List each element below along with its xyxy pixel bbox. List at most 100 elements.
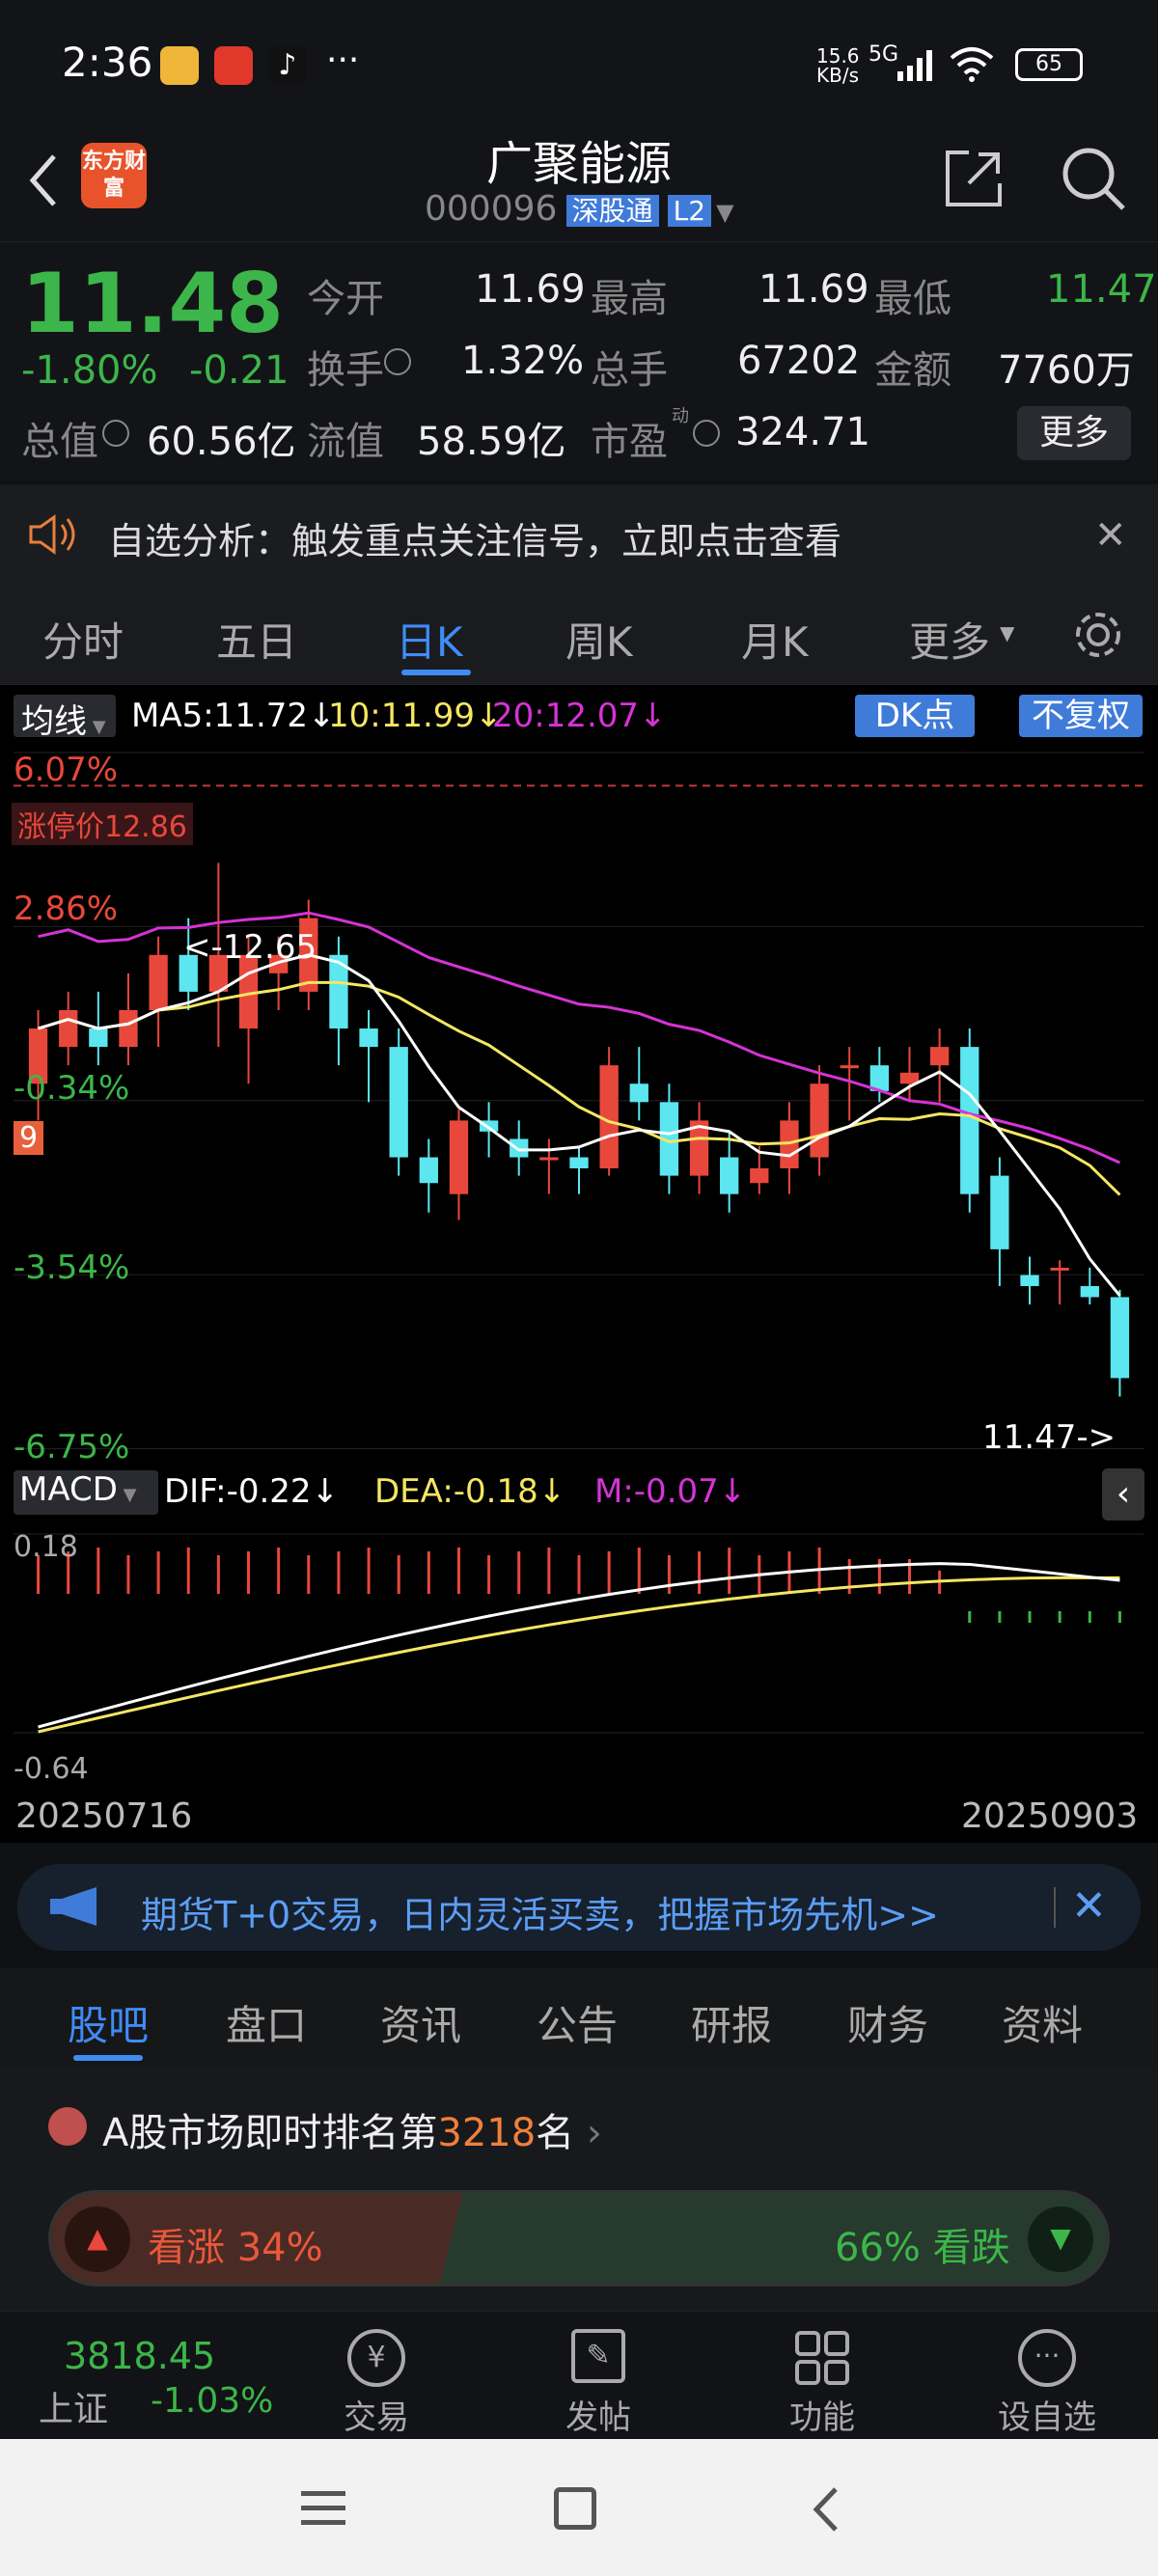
limit-up-label: 涨停价12.86 [12,803,193,845]
turnover-value: 1.32% [461,339,585,383]
tab-five-day[interactable]: 五日 [216,610,297,669]
candle-body [510,1138,529,1158]
candle-body [960,1047,979,1194]
axis-label-4: -3.54% [14,1248,130,1287]
ma-selector-label: 均线 [21,702,87,741]
tab-guba[interactable]: 股吧 [68,1993,149,2052]
ad-banner[interactable]: 期货T+0交易，日内灵活买卖，把握市场先机>> ✕ [17,1864,1141,1951]
high-value: 11.69 [758,267,869,312]
stock-header: 东方财富 广聚能源 000096 深股通 L2 ▼ [0,125,1158,241]
more-dots-icon: ··· [1018,2329,1076,2387]
bearish-button[interactable]: ▼ [1028,2206,1093,2272]
net-speed: 15.6 KB/s [816,44,860,87]
collapse-button[interactable]: ‹ [1102,1468,1144,1521]
macd-top-label: 0.18 [14,1530,78,1564]
min-price-marker: 11.47-> [982,1418,1117,1457]
float-value: 58.59亿 [417,420,566,464]
macd-selector[interactable]: MACD ▼ [14,1470,158,1515]
candle-body [119,1009,138,1048]
ranking-icon [48,2107,87,2146]
tab-weekly-k[interactable]: 周K [565,610,633,669]
index-widget[interactable]: 3818.45 上证 -1.03% [0,2312,290,2437]
features-button[interactable]: 功能 [764,2321,880,2437]
section-tabs: 股吧 盘口 资讯 公告 研报 财务 资料 [0,1968,1158,2067]
ranking-panel: A股市场即时排名第3218名 › ▲ 看涨 34% 66% 看跌 ▼ [0,2067,1158,2311]
mcap-value: 60.56亿 [147,420,296,464]
ranking-row[interactable]: A股市场即时排名第3218名 › [102,2101,602,2157]
tab-daily-k[interactable]: 日K [396,610,463,669]
candle-body [810,1083,829,1158]
max-price-marker: <-12.65 [183,928,317,967]
open-label: 今开 [307,277,384,321]
grid-icon [795,2331,849,2385]
info-icon[interactable] [102,420,129,447]
tab-intraday[interactable]: 分时 [42,610,124,669]
dk-point-button[interactable]: DK点 [855,695,975,737]
dif-value: DIF:-0.22↓ [164,1472,340,1511]
info-icon[interactable] [693,420,720,447]
candle-body [569,1157,589,1168]
dea-value: DEA:-0.18↓ [374,1472,566,1511]
kline-chart-area[interactable]: 均线 ▼ MA5:11.72↓ 10:11.99↓ 20:12.07↓ DK点 … [0,685,1158,1843]
features-label: 功能 [789,2398,855,2437]
tab-profile[interactable]: 资料 [1002,1993,1083,2052]
trade-button[interactable]: ¥ 交易 [318,2321,434,2437]
end-date: 20250903 [961,1796,1139,1836]
system-nav-bar [0,2439,1158,2576]
candle-body [59,1009,78,1048]
change-value: -0.21 [189,348,290,393]
pe-label: 市盈 [591,420,668,464]
add-watchlist-label: 设自选 [998,2398,1096,2437]
info-icon[interactable] [384,348,411,375]
stock-code: 000096 [425,189,558,229]
speaker-icon [27,513,79,556]
candle-body [149,954,168,1010]
share-icon[interactable] [940,145,1007,212]
pe-sup: 动 [672,406,689,426]
tab-news[interactable]: 资讯 [380,1993,461,2052]
candle-body [1110,1297,1130,1379]
app-notification-icon [160,46,199,85]
candle-body [89,1028,108,1048]
bottom-toolbar: 3818.45 上证 -1.03% ¥ 交易 ✎ 发帖 功能 ··· 设自选 [0,2311,1158,2439]
macd-bottom-label: -0.64 [14,1752,89,1786]
sentiment-bar: ▲ 看涨 34% 66% 看跌 ▼ [48,2190,1110,2287]
candle-body [419,1157,438,1184]
stock-code-row[interactable]: 000096 深股通 L2 ▼ [425,189,734,232]
bullish-button[interactable]: ▲ [65,2206,130,2272]
tab-monthly-k[interactable]: 月K [741,610,809,669]
tab-financials[interactable]: 财务 [847,1993,928,2052]
search-icon[interactable] [1058,143,1129,214]
ma-selector[interactable]: 均线 ▼ [14,695,116,741]
close-icon[interactable]: ✕ [1094,513,1127,558]
adjust-button[interactable]: 不复权 [1019,695,1143,737]
index-name: 上证 [39,2390,109,2429]
gear-icon[interactable] [1071,608,1125,662]
back-nav-icon[interactable] [807,2485,845,2534]
tiktok-icon: ♪ [268,46,307,85]
megaphone-icon [46,1885,106,1928]
open-value: 11.69 [475,267,586,312]
yuan-icon: ¥ [347,2329,405,2387]
axis-label-top: 6.07% [14,751,119,789]
candle-body [1080,1286,1099,1298]
tab-announcements[interactable]: 公告 [537,1993,618,2052]
tab-research[interactable]: 研报 [691,1993,772,2052]
post-button[interactable]: ✎ 发帖 [540,2321,656,2437]
signal-icon [897,48,940,81]
close-icon[interactable]: ✕ [1071,1881,1107,1931]
status-bar: 2:36 ♪ ··· 15.6 KB/s 5G 65 [0,0,1158,125]
status-time: 2:36 [62,39,153,86]
more-notifications-icon: ··· [326,41,360,80]
menu-icon[interactable] [301,2489,345,2528]
amount-label: 金额 [874,348,951,393]
alert-banner[interactable]: 自选分析：触发重点关注信号，立即点击查看 ✕ [0,484,1158,581]
macd-chart[interactable] [0,1524,1158,1814]
tab-more[interactable]: 更多 [909,610,990,669]
candle-body [1020,1274,1039,1287]
more-button[interactable]: 更多 [1017,406,1131,460]
home-icon[interactable] [554,2487,596,2530]
tab-orderbook[interactable]: 盘口 [226,1993,307,2052]
add-watchlist-button[interactable]: ··· 设自选 [984,2321,1110,2437]
axis-label-5: -6.75% [14,1428,130,1466]
